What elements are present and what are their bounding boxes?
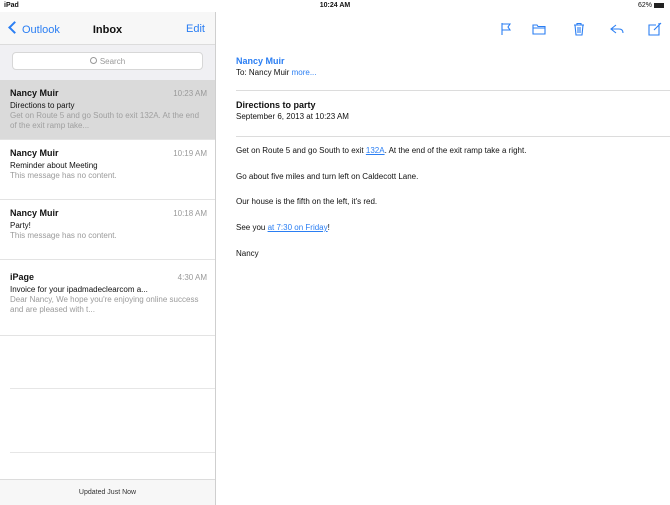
- message-row[interactable]: Nancy Muir 10:23 AM Directions to party …: [0, 80, 215, 140]
- body-text: !: [327, 223, 330, 232]
- mailbox-title: Inbox: [92, 24, 123, 36]
- flag-icon[interactable]: [499, 22, 513, 36]
- message-toolbar: [216, 12, 670, 44]
- email-body-line: Get on Route 5 and go South to exit 132A…: [236, 146, 656, 155]
- clock: 10:24 AM: [319, 2, 351, 9]
- email-sender[interactable]: Nancy Muir: [236, 56, 285, 66]
- folder-icon[interactable]: [532, 22, 546, 36]
- message-detail-panel: Nancy Muir To: Nancy Muir more... Direct…: [216, 12, 670, 505]
- message-subject: Directions to party: [10, 101, 75, 110]
- message-sender: Nancy Muir: [10, 208, 59, 218]
- search-placeholder: Search: [99, 57, 126, 66]
- email-recipients: To: Nancy Muir more...: [236, 68, 317, 77]
- header-divider: [236, 90, 670, 91]
- body-link[interactable]: 132A: [366, 146, 385, 155]
- email-body-line: Our house is the fifth on the left, it's…: [236, 197, 378, 206]
- email-date: September 6, 2013 at 10:23 AM: [236, 112, 349, 121]
- message-preview: This message has no content.: [10, 171, 117, 180]
- message-time: 10:23 AM: [173, 89, 207, 98]
- body-text: . At the end of the exit ramp take a rig…: [384, 146, 527, 155]
- body-link[interactable]: at 7:30 on Friday: [268, 223, 328, 232]
- search-input[interactable]: Search: [12, 52, 203, 70]
- message-sender: Nancy Muir: [10, 148, 59, 158]
- message-row[interactable]: iPage 4:30 AM Invoice for your ipadmadec…: [0, 264, 215, 336]
- reply-icon[interactable]: [610, 22, 624, 36]
- message-preview: Get on Route 5 and go South to exit 132A…: [10, 111, 200, 130]
- status-bar: iPad 10:24 AM 62%: [0, 0, 670, 12]
- battery-indicator: 62%: [638, 2, 664, 9]
- compose-icon[interactable]: [648, 22, 662, 36]
- email-body-line: See you at 7:30 on Friday!: [236, 223, 656, 232]
- search-icon: [89, 57, 97, 64]
- more-link[interactable]: more...: [292, 68, 317, 77]
- update-status: Updated Just Now: [0, 479, 215, 505]
- message-time: 10:18 AM: [173, 209, 207, 218]
- body-text: See you: [236, 223, 268, 232]
- email-body-line: Go about five miles and turn left on Cal…: [236, 172, 419, 181]
- message-row[interactable]: Nancy Muir 10:18 AM Party! This message …: [0, 200, 215, 260]
- header-divider: [236, 136, 670, 137]
- battery-percent: 62%: [637, 2, 652, 9]
- email-signature: Nancy: [236, 249, 259, 258]
- row-divider: [10, 388, 215, 389]
- message-time: 4:30 AM: [177, 273, 207, 282]
- search-bar: Search: [0, 45, 215, 81]
- to-prefix: To: Nancy Muir: [236, 68, 290, 77]
- mailbox-panel: Outlook Inbox Edit Search Nancy Muir 10:…: [0, 12, 216, 505]
- body-text: Get on Route 5 and go South to exit: [236, 146, 366, 155]
- mailbox-nav-bar: Outlook Inbox Edit: [0, 12, 215, 45]
- email-subject: Directions to party: [236, 100, 316, 110]
- message-preview: This message has no content.: [10, 231, 117, 240]
- message-sender: Nancy Muir: [10, 88, 59, 98]
- message-subject: Invoice for your ipadmadeclearcom a...: [10, 285, 148, 294]
- message-subject: Party!: [10, 221, 31, 230]
- row-divider: [10, 452, 215, 453]
- battery-icon: [654, 2, 664, 8]
- message-subject: Reminder about Meeting: [10, 161, 98, 170]
- edit-button[interactable]: Edit: [186, 23, 205, 35]
- message-preview: Dear Nancy, We hope you're enjoying onli…: [10, 295, 199, 314]
- message-sender: iPage: [10, 272, 35, 282]
- message-time: 10:19 AM: [173, 149, 207, 158]
- trash-icon[interactable]: [572, 22, 586, 36]
- message-row[interactable]: Nancy Muir 10:19 AM Reminder about Meeti…: [0, 140, 215, 200]
